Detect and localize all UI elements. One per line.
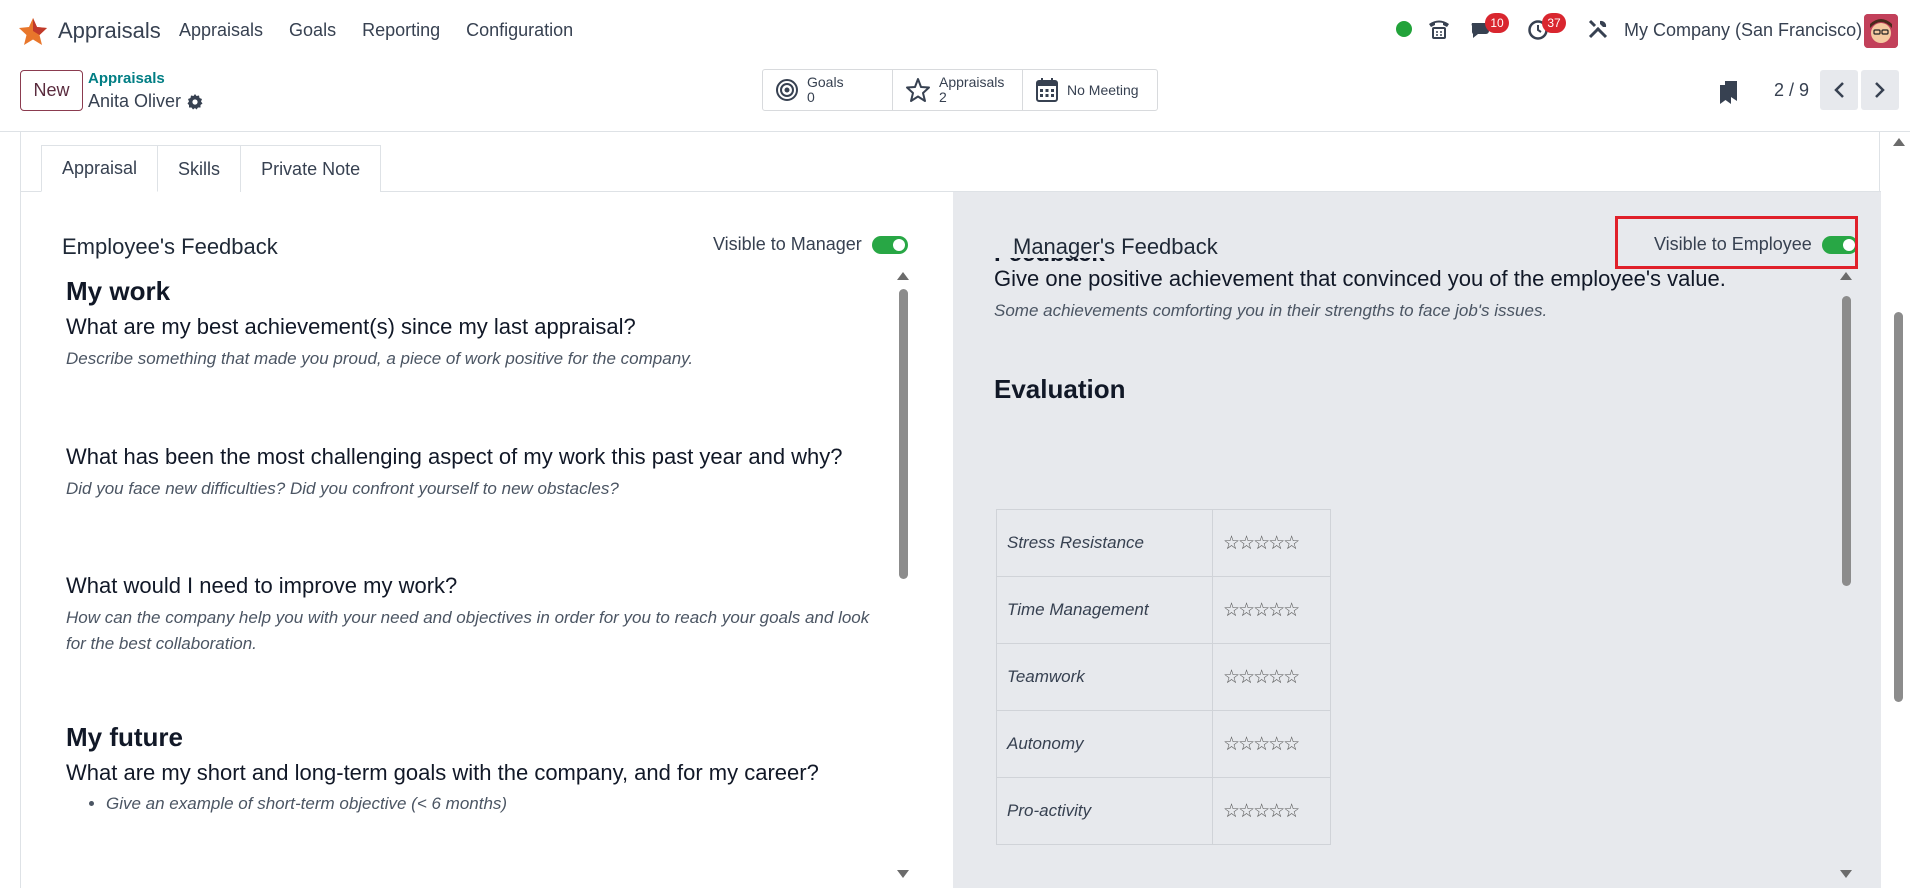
appraisals-label: Appraisals (939, 74, 1005, 90)
presence-status-icon[interactable] (1396, 21, 1412, 37)
criterion-name: Pro-activity (996, 777, 1213, 845)
pager-previous-button[interactable] (1820, 70, 1858, 110)
section-my-work: My work (66, 276, 171, 306)
appraisals-count: 2 (939, 89, 947, 105)
employee-scrollbar[interactable] (896, 272, 910, 882)
meeting-smart-button[interactable]: No Meeting (1023, 70, 1157, 110)
smart-buttons: Goals 0 Appraisals 2 No Meeting (762, 69, 1158, 111)
menu-item-reporting[interactable]: Reporting (362, 20, 440, 41)
activities-badge: 37 (1542, 13, 1566, 33)
table-row: Time Management ☆☆☆☆☆ (996, 576, 1331, 644)
target-icon (776, 79, 798, 101)
highlight-annotation (1615, 216, 1858, 269)
breadcrumb-parent-link[interactable]: Appraisals (88, 70, 165, 87)
tab-skills[interactable]: Skills (157, 145, 242, 192)
breadcrumb-current: Anita Oliver (88, 91, 182, 111)
goals-bullet-list: Give an example of short-term objective … (106, 791, 507, 817)
question-positive-achievement: Give one positive achievement that convi… (994, 266, 1726, 291)
pager-value[interactable]: 2 / 9 (1774, 80, 1809, 101)
gear-icon[interactable] (186, 93, 204, 111)
user-avatar[interactable] (1864, 14, 1898, 48)
section-my-future: My future (66, 722, 183, 752)
top-navbar: Appraisals Appraisals Goals Reporting Co… (0, 0, 1910, 60)
bookmark-icon[interactable] (1717, 79, 1739, 105)
star-rating[interactable]: ☆☆☆☆☆ (1212, 576, 1331, 644)
criterion-name: Time Management (996, 576, 1213, 644)
star-rating[interactable]: ☆☆☆☆☆ (1212, 710, 1331, 778)
page-scroll-up-icon[interactable] (1893, 138, 1905, 146)
visible-to-manager-toggle[interactable]: Visible to Manager (713, 234, 908, 255)
messages-badge: 10 (1485, 13, 1509, 33)
menu-item-goals[interactable]: Goals (289, 20, 336, 41)
main-menu: Appraisals Goals Reporting Configuration (179, 20, 599, 41)
star-rating[interactable]: ☆☆☆☆☆ (1212, 509, 1331, 577)
company-switcher[interactable]: My Company (San Francisco) (1624, 20, 1862, 41)
section-evaluation: Evaluation (994, 374, 1126, 404)
scroll-up-arrow-icon[interactable] (897, 272, 909, 280)
page-scroll-thumb[interactable] (1894, 312, 1903, 702)
criterion-name: Autonomy (996, 710, 1213, 778)
question-goals: What are my short and long-term goals wi… (66, 760, 819, 785)
debug-tools-icon[interactable] (1587, 18, 1609, 40)
table-row: Pro-activity ☆☆☆☆☆ (996, 777, 1331, 845)
appraisals-smart-button[interactable]: Appraisals 2 (893, 70, 1023, 110)
table-row: Autonomy ☆☆☆☆☆ (996, 710, 1331, 778)
bullet-short-term-objective: Give an example of short-term objective … (106, 791, 507, 817)
scroll-thumb[interactable] (1842, 296, 1851, 586)
tab-private-note[interactable]: Private Note (240, 145, 382, 192)
question-best-achievements: What are my best achievement(s) since my… (66, 314, 636, 339)
goals-label: Goals (807, 74, 844, 90)
chevron-left-icon (1834, 82, 1844, 98)
hint-best-achievements: Describe something that made you proud, … (66, 349, 694, 368)
evaluation-table: Stress Resistance ☆☆☆☆☆ Time Management … (996, 509, 1331, 845)
table-row: Teamwork ☆☆☆☆☆ (996, 643, 1331, 711)
goals-smart-button[interactable]: Goals 0 (763, 70, 893, 110)
star-icon (906, 78, 930, 102)
employee-feedback-title: Employee's Feedback (62, 234, 278, 259)
page-scrollbar[interactable] (1888, 132, 1910, 888)
hint-improve-work: How can the company help you with your n… (66, 608, 870, 653)
no-meeting-label: No Meeting (1067, 81, 1139, 98)
form-sheet: Appraisal Skills Private Note Employee's… (20, 132, 1881, 888)
menu-item-configuration[interactable]: Configuration (466, 20, 573, 41)
tab-appraisal[interactable]: Appraisal (41, 145, 159, 192)
calendar-icon (1036, 78, 1058, 102)
hint-challenging-aspect: Did you face new difficulties? Did you c… (66, 479, 619, 498)
visible-to-manager-switch[interactable] (871, 235, 908, 254)
star-rating[interactable]: ☆☆☆☆☆ (1212, 777, 1331, 845)
criterion-name: Stress Resistance (996, 509, 1213, 577)
form-tabs: Appraisal Skills Private Note (41, 145, 382, 192)
chevron-right-icon (1875, 82, 1885, 98)
question-improve-work: What would I need to improve my work? (66, 573, 458, 598)
menu-item-appraisals[interactable]: Appraisals (179, 20, 263, 41)
employee-feedback-editor[interactable]: My work What are my best achievement(s) … (66, 276, 911, 888)
manager-scrollbar[interactable] (1839, 272, 1853, 882)
pager-next-button[interactable] (1861, 70, 1899, 110)
question-challenging-aspect: What has been the most challenging aspec… (66, 444, 843, 469)
control-panel: New Appraisals Anita Oliver Goals 0 Appr… (0, 60, 1910, 132)
scroll-up-arrow-icon[interactable] (1840, 272, 1852, 280)
app-name[interactable]: Appraisals (58, 18, 161, 44)
hint-positive-achievement: Some achievements comforting you in thei… (994, 301, 1548, 320)
table-row: Stress Resistance ☆☆☆☆☆ (996, 509, 1331, 577)
phone-icon[interactable] (1427, 18, 1451, 40)
scroll-down-arrow-icon[interactable] (897, 870, 909, 878)
scroll-thumb[interactable] (899, 289, 908, 579)
employee-feedback-pane: Employee's Feedback Visible to Manager M… (21, 192, 953, 888)
star-rating[interactable]: ☆☆☆☆☆ (1212, 643, 1331, 711)
visible-to-manager-label: Visible to Manager (713, 234, 862, 254)
goals-count: 0 (807, 89, 815, 105)
criterion-name: Teamwork (996, 643, 1213, 711)
new-button[interactable]: New (20, 70, 83, 111)
appraisals-app-icon[interactable] (18, 16, 48, 46)
scroll-down-arrow-icon[interactable] (1840, 870, 1852, 878)
